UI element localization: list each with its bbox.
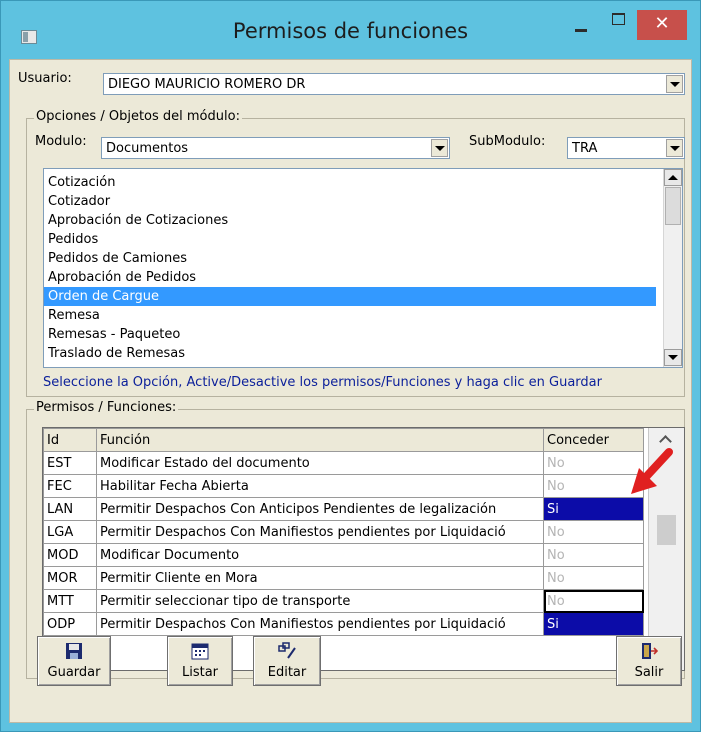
grid-header-row: Id Función Conceder — [43, 428, 644, 452]
list-item[interactable]: Aprobación de Pedidos — [44, 268, 656, 287]
close-icon: ✕ — [654, 13, 670, 34]
table-row[interactable]: ODP Permitir Despachos Con Manifiestos p… — [43, 612, 644, 636]
scroll-thumb[interactable] — [657, 515, 676, 545]
modulo-combo[interactable]: Documentos — [101, 137, 450, 159]
list-scrollbar[interactable] — [663, 169, 682, 367]
table-row[interactable]: MTT Permitir seleccionar tipo de transpo… — [43, 589, 644, 613]
table-row[interactable]: FEC Habilitar Fecha Abierta No — [43, 474, 644, 498]
close-button[interactable]: ✕ — [637, 10, 687, 40]
cell-id: LAN — [43, 497, 97, 521]
list-item[interactable]: Cotizador — [44, 192, 656, 211]
guardar-button[interactable]: Guardar — [37, 636, 111, 686]
permisos-grid[interactable]: Id Función Conceder EST Modificar Estado… — [42, 427, 685, 671]
editar-label: Editar — [267, 665, 307, 680]
salir-label: Salir — [634, 665, 664, 680]
list-item[interactable]: Remesas - Paqueteo — [44, 325, 656, 344]
chevron-down-icon[interactable] — [431, 139, 448, 157]
column-header-funcion[interactable]: Función — [96, 428, 544, 452]
cell-id: MTT — [43, 589, 97, 613]
listar-button[interactable]: Listar — [167, 636, 233, 686]
list-item[interactable]: Pedidos de Camiones — [44, 249, 656, 268]
cell-conceder[interactable]: Si — [543, 612, 644, 636]
list-item[interactable]: Traslado de Remesas — [44, 344, 656, 363]
save-icon — [66, 643, 82, 659]
modulo-value: Documentos — [106, 141, 189, 156]
client-area: Usuario: DIEGO MAURICIO ROMERO DR Opcion… — [9, 59, 692, 723]
table-row[interactable]: EST Modificar Estado del documento No — [43, 451, 644, 475]
cell-id: FEC — [43, 474, 97, 498]
usuario-value: DIEGO MAURICIO ROMERO DR — [108, 77, 306, 92]
cell-id: LGA — [43, 520, 97, 544]
chevron-down-icon[interactable] — [666, 139, 683, 157]
cell-conceder[interactable]: No — [543, 566, 644, 590]
exit-door-icon — [642, 643, 658, 659]
submodulo-value: TRA — [572, 141, 598, 156]
modulo-label: Modulo: — [35, 134, 87, 149]
usuario-combo[interactable]: DIEGO MAURICIO ROMERO DR — [103, 73, 685, 95]
list-item-selected[interactable]: Orden de Cargue — [44, 287, 656, 306]
opciones-group-title: Opciones / Objetos del módulo: — [34, 109, 242, 124]
cell-conceder[interactable]: No — [543, 543, 644, 567]
cell-conceder[interactable]: No — [543, 520, 644, 544]
submodulo-combo[interactable]: TRA — [567, 137, 685, 159]
cell-conceder-focused[interactable]: No — [543, 589, 644, 613]
cell-funcion: Permitir Cliente en Mora — [96, 566, 544, 590]
maximize-button[interactable] — [606, 11, 634, 41]
edit-icon — [278, 642, 296, 659]
guardar-label: Guardar — [47, 665, 101, 680]
table-row[interactable]: MOD Modificar Documento No — [43, 543, 644, 567]
cell-funcion: Modificar Documento — [96, 543, 544, 567]
list-item[interactable]: Aprobación de Cotizaciones — [44, 211, 656, 230]
app-window: Permisos de funciones ✕ Usuario: DIEGO M… — [0, 0, 701, 732]
cell-funcion: Habilitar Fecha Abierta — [96, 474, 544, 498]
salir-button[interactable]: Salir — [616, 636, 682, 686]
usuario-label: Usuario: — [18, 71, 72, 86]
table-row[interactable]: MOR Permitir Cliente en Mora No — [43, 566, 644, 590]
cell-funcion: Permitir Despachos Con Manifiestos pendi… — [96, 612, 544, 636]
calendar-icon — [191, 643, 209, 660]
title-bar[interactable]: Permisos de funciones ✕ — [1, 1, 700, 59]
list-item[interactable]: Remesa — [44, 306, 656, 325]
cell-funcion: Permitir Despachos Con Manifiestos pendi… — [96, 520, 544, 544]
chevron-down-icon[interactable] — [666, 75, 683, 93]
list-item[interactable]: Cotización — [44, 173, 656, 192]
table-row[interactable]: LGA Permitir Despachos Con Manifiestos p… — [43, 520, 644, 544]
minimize-button[interactable] — [567, 11, 597, 41]
cell-id: MOD — [43, 543, 97, 567]
cell-funcion: Permitir Despachos Con Anticipos Pendien… — [96, 497, 544, 521]
cell-funcion: Permitir seleccionar tipo de transporte — [96, 589, 544, 613]
column-header-id[interactable]: Id — [43, 428, 97, 452]
scroll-up-icon[interactable] — [664, 169, 682, 186]
instruction-text: Seleccione la Opción, Active/Desactive l… — [43, 375, 602, 390]
listar-label: Listar — [181, 665, 219, 680]
cell-id: EST — [43, 451, 97, 475]
scroll-down-icon[interactable] — [664, 349, 682, 366]
submodulo-label: SubModulo: — [469, 134, 546, 149]
cell-funcion: Modificar Estado del documento — [96, 451, 544, 475]
editar-button[interactable]: Editar — [253, 636, 321, 686]
cell-id: ODP — [43, 612, 97, 636]
table-row[interactable]: LAN Permitir Despachos Con Anticipos Pen… — [43, 497, 644, 521]
cell-id: MOR — [43, 566, 97, 590]
opciones-listbox[interactable]: Cotización Cotizador Aprobación de Cotiz… — [43, 168, 683, 368]
permisos-group-title: Permisos / Funciones: — [34, 400, 179, 415]
list-item[interactable]: Pedidos — [44, 230, 656, 249]
annotation-arrow-icon — [631, 448, 673, 494]
scroll-thumb[interactable] — [665, 187, 681, 225]
cell-conceder[interactable]: Si — [543, 497, 644, 521]
